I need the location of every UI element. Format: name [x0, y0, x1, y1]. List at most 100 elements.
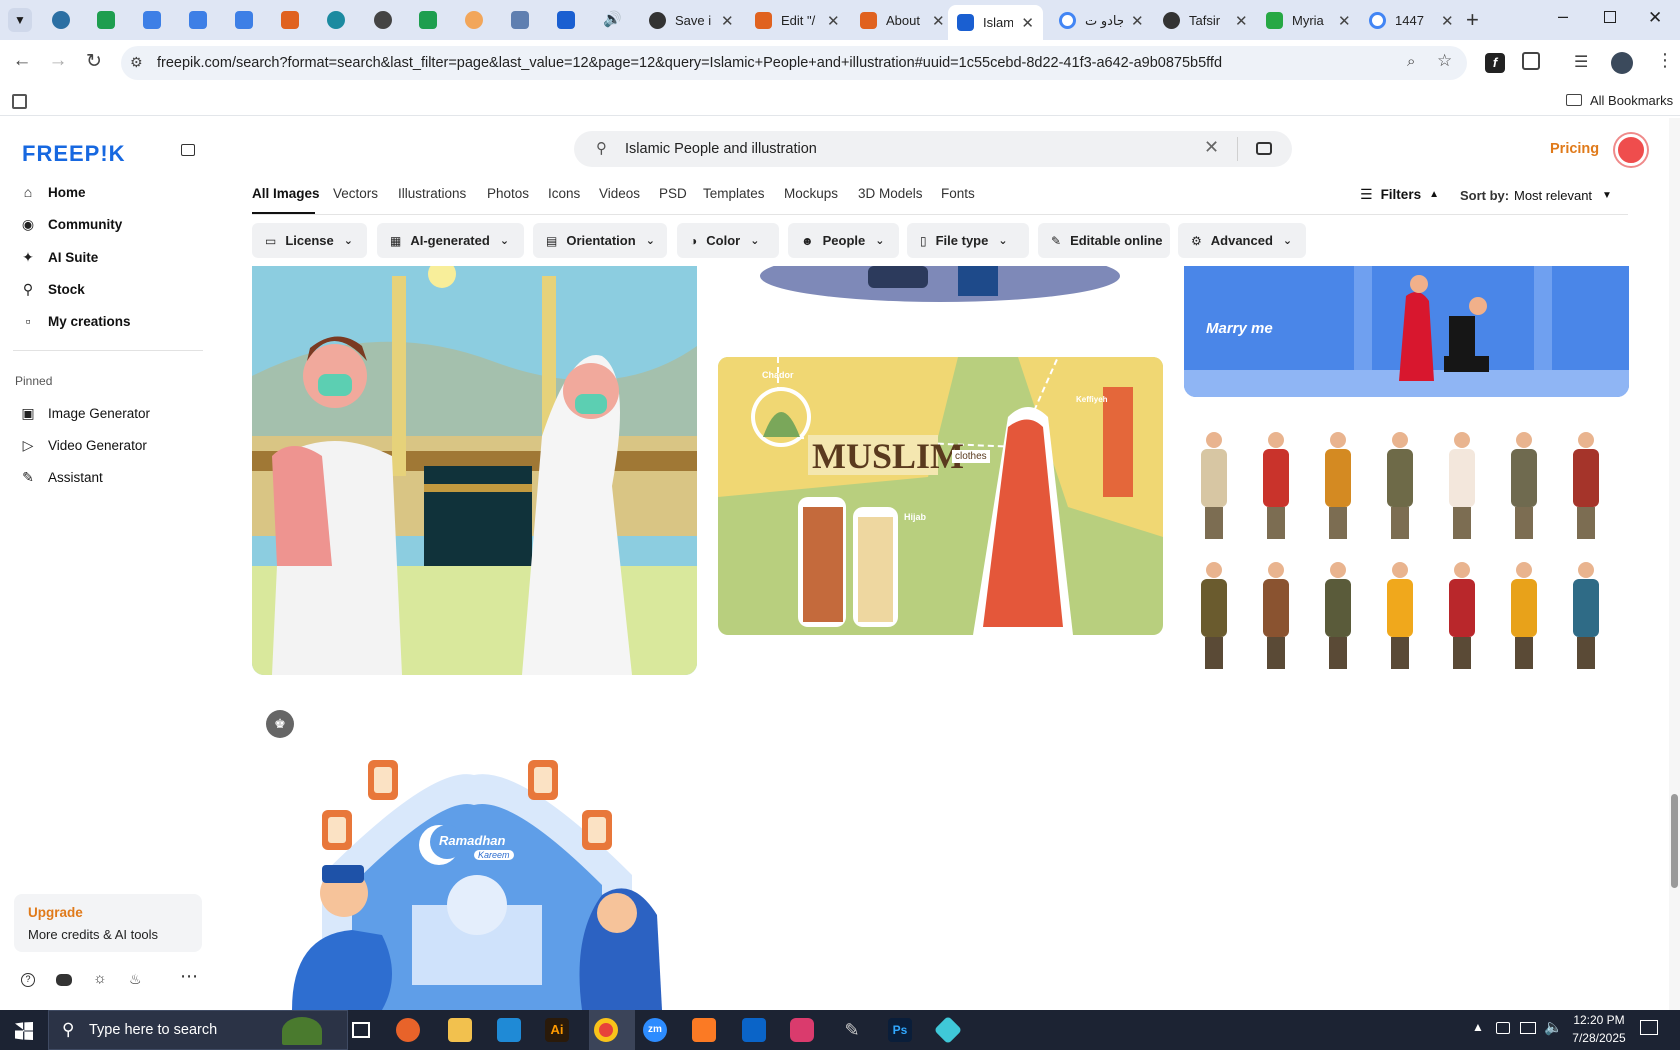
freepik-logo[interactable]: FREEP!K [22, 141, 126, 167]
close-icon[interactable]: ✕ [1338, 12, 1351, 30]
close-icon[interactable]: ✕ [827, 12, 840, 30]
pinned-tab-docs-icon[interactable] [235, 11, 253, 29]
outlook-icon[interactable] [742, 1018, 766, 1042]
taskbar-search-box[interactable]: ⚲ Type here to search [48, 1010, 348, 1050]
tab-1[interactable]: Edit "/ ✕ [746, 5, 851, 36]
pinned-tab-speaker-icon[interactable]: 🔊 [603, 11, 622, 29]
chip-license[interactable]: ▭ License ⌄ [252, 223, 367, 258]
creative-cloud-icon[interactable] [790, 1018, 814, 1042]
clock-date[interactable]: 7/28/2025 [1568, 1031, 1630, 1045]
category-tab-icons[interactable]: Icons [548, 186, 580, 201]
volume-icon[interactable]: 🔈 [1544, 1018, 1563, 1036]
clock-time[interactable]: 12:20 PM [1572, 1013, 1626, 1027]
image-card-ramadan[interactable]: Ramadhan Kareem [252, 745, 697, 1010]
all-bookmarks-label[interactable]: All Bookmarks [1590, 93, 1673, 108]
pinned-assistant[interactable]: ✎ Assistant [20, 464, 103, 490]
close-icon[interactable]: ✕ [1021, 14, 1034, 32]
nav-community[interactable]: ◉ Community [20, 211, 122, 237]
pinned-tab-wordpress-icon[interactable] [52, 11, 70, 29]
nav-stock[interactable]: ⚲ Stock [20, 276, 85, 302]
url-text[interactable]: freepik.com/search?format=search&last_fi… [157, 55, 1222, 71]
firefox-icon[interactable] [396, 1018, 420, 1042]
media-controls-icon[interactable]: ☰ [1574, 52, 1588, 72]
close-icon[interactable]: ✕ [1441, 12, 1454, 30]
search-bar[interactable]: ⚲ Islamic People and illustration ✕ [574, 131, 1292, 167]
chip-advanced[interactable]: ⚙ Advanced ⌄ [1178, 223, 1306, 258]
chip-people[interactable]: ☻ People ⌄ [788, 223, 899, 258]
pen-tool-icon[interactable]: ✎ [840, 1018, 864, 1042]
close-icon[interactable]: ✕ [1131, 12, 1144, 30]
pricing-link[interactable]: Pricing [1550, 141, 1599, 157]
tray-chevron-up-icon[interactable]: ▲ [1472, 1020, 1484, 1034]
tab-0[interactable]: Save i ✕ [640, 5, 745, 36]
image-card-people-set[interactable] [1184, 418, 1629, 673]
category-tab-vectors[interactable]: Vectors [333, 186, 378, 201]
forward-icon[interactable]: → [45, 50, 71, 72]
discord-icon[interactable] [56, 974, 72, 986]
pinned-tab-orange-grid-icon[interactable] [281, 11, 299, 29]
image-card-couple-top[interactable] [718, 266, 1163, 304]
tray-security-icon[interactable] [1496, 1022, 1510, 1034]
filters-button[interactable]: ☰ Filters ▲ [1360, 186, 1439, 203]
pinned-tab-teal-icon[interactable] [327, 11, 345, 29]
category-tab-fonts[interactable]: Fonts [941, 186, 975, 201]
nav-home[interactable]: ⌂ Home [20, 179, 86, 205]
bookmarks-folder-icon[interactable] [1566, 94, 1582, 106]
back-icon[interactable]: ← [9, 50, 35, 72]
category-tab-mockups[interactable]: Mockups [784, 186, 838, 201]
pinned-tab-sheets-icon[interactable] [97, 11, 115, 29]
extensions-puzzle-icon[interactable] [1522, 52, 1540, 70]
close-window-button[interactable]: ✕ [1648, 8, 1662, 28]
user-avatar[interactable] [1615, 134, 1647, 166]
zoom-icon[interactable]: zm [643, 1018, 667, 1042]
tab-search-dropdown[interactable]: ▼ [8, 8, 32, 32]
category-tab-templates[interactable]: Templates [703, 186, 765, 201]
chrome-icon[interactable] [594, 1018, 618, 1042]
pinned-video-generator[interactable]: ▷ Video Generator [20, 432, 147, 458]
close-icon[interactable]: ✕ [721, 12, 734, 30]
notification-center-icon[interactable] [1640, 1020, 1658, 1035]
vscode-icon[interactable] [497, 1018, 521, 1042]
chip-file-type[interactable]: ▯ File type ⌄ [907, 223, 1029, 258]
pinned-tab-docs-icon[interactable] [189, 11, 207, 29]
collapse-sidebar-icon[interactable] [181, 144, 195, 156]
windows-start-icon[interactable] [15, 1022, 33, 1040]
tab-3-active[interactable]: Islami ✕ [948, 5, 1043, 40]
apps-grid-icon[interactable] [12, 94, 27, 109]
camera-search-icon[interactable] [1256, 142, 1272, 155]
zoom-icon[interactable]: ⌕ [1407, 53, 1415, 70]
new-tab-button[interactable]: + [1466, 7, 1479, 33]
task-view-icon[interactable] [352, 1022, 370, 1038]
photoshop-icon[interactable]: Ps [888, 1018, 912, 1042]
sort-select[interactable]: Most relevant ▼ [1514, 188, 1612, 203]
image-card-marry-me[interactable]: Marry me [1184, 266, 1629, 397]
tab-6[interactable]: Myria ✕ [1257, 5, 1362, 36]
chip-ai-generated[interactable]: ▦ AI-generated ⌄ [377, 223, 524, 258]
nav-my-creations[interactable]: ▫ My creations [20, 308, 131, 334]
pinned-image-generator[interactable]: ▣ Image Generator [20, 400, 150, 426]
more-options-icon[interactable]: ⋯ [180, 966, 198, 987]
illustrator-icon[interactable]: Ai [545, 1018, 569, 1042]
tab-2[interactable]: About ✕ [851, 5, 956, 36]
category-tab-illustrations[interactable]: Illustrations [398, 186, 466, 201]
chip-orientation[interactable]: ▤ Orientation ⌄ [533, 223, 667, 258]
restore-button[interactable] [1604, 11, 1616, 23]
tab-4[interactable]: جادو ت ✕ [1050, 5, 1155, 36]
minimize-button[interactable]: – [1558, 6, 1568, 27]
tab-5[interactable]: Tafsir ✕ [1154, 5, 1259, 36]
pinned-tab-grid-icon[interactable] [511, 11, 529, 29]
chip-color[interactable]: ◑ Color ⌄ [677, 223, 779, 258]
bookmark-star-icon[interactable]: ☆ [1437, 51, 1452, 71]
close-icon[interactable]: ✕ [1235, 12, 1248, 30]
category-tab-photos[interactable]: Photos [487, 186, 529, 201]
profile-avatar[interactable] [1611, 52, 1633, 74]
notifications-bell-icon[interactable]: ♨ [129, 971, 142, 988]
pinned-tab-docs-icon[interactable] [143, 11, 161, 29]
reload-icon[interactable]: ↻ [81, 50, 107, 73]
pinned-tab-openai-icon[interactable] [374, 11, 392, 29]
search-input[interactable]: Islamic People and illustration [625, 141, 817, 157]
network-icon[interactable] [1520, 1022, 1536, 1034]
chip-editable-online[interactable]: ✎ Editable online [1038, 223, 1170, 258]
scrollbar-thumb[interactable] [1671, 794, 1678, 888]
extension-f-icon[interactable]: f [1485, 53, 1505, 73]
